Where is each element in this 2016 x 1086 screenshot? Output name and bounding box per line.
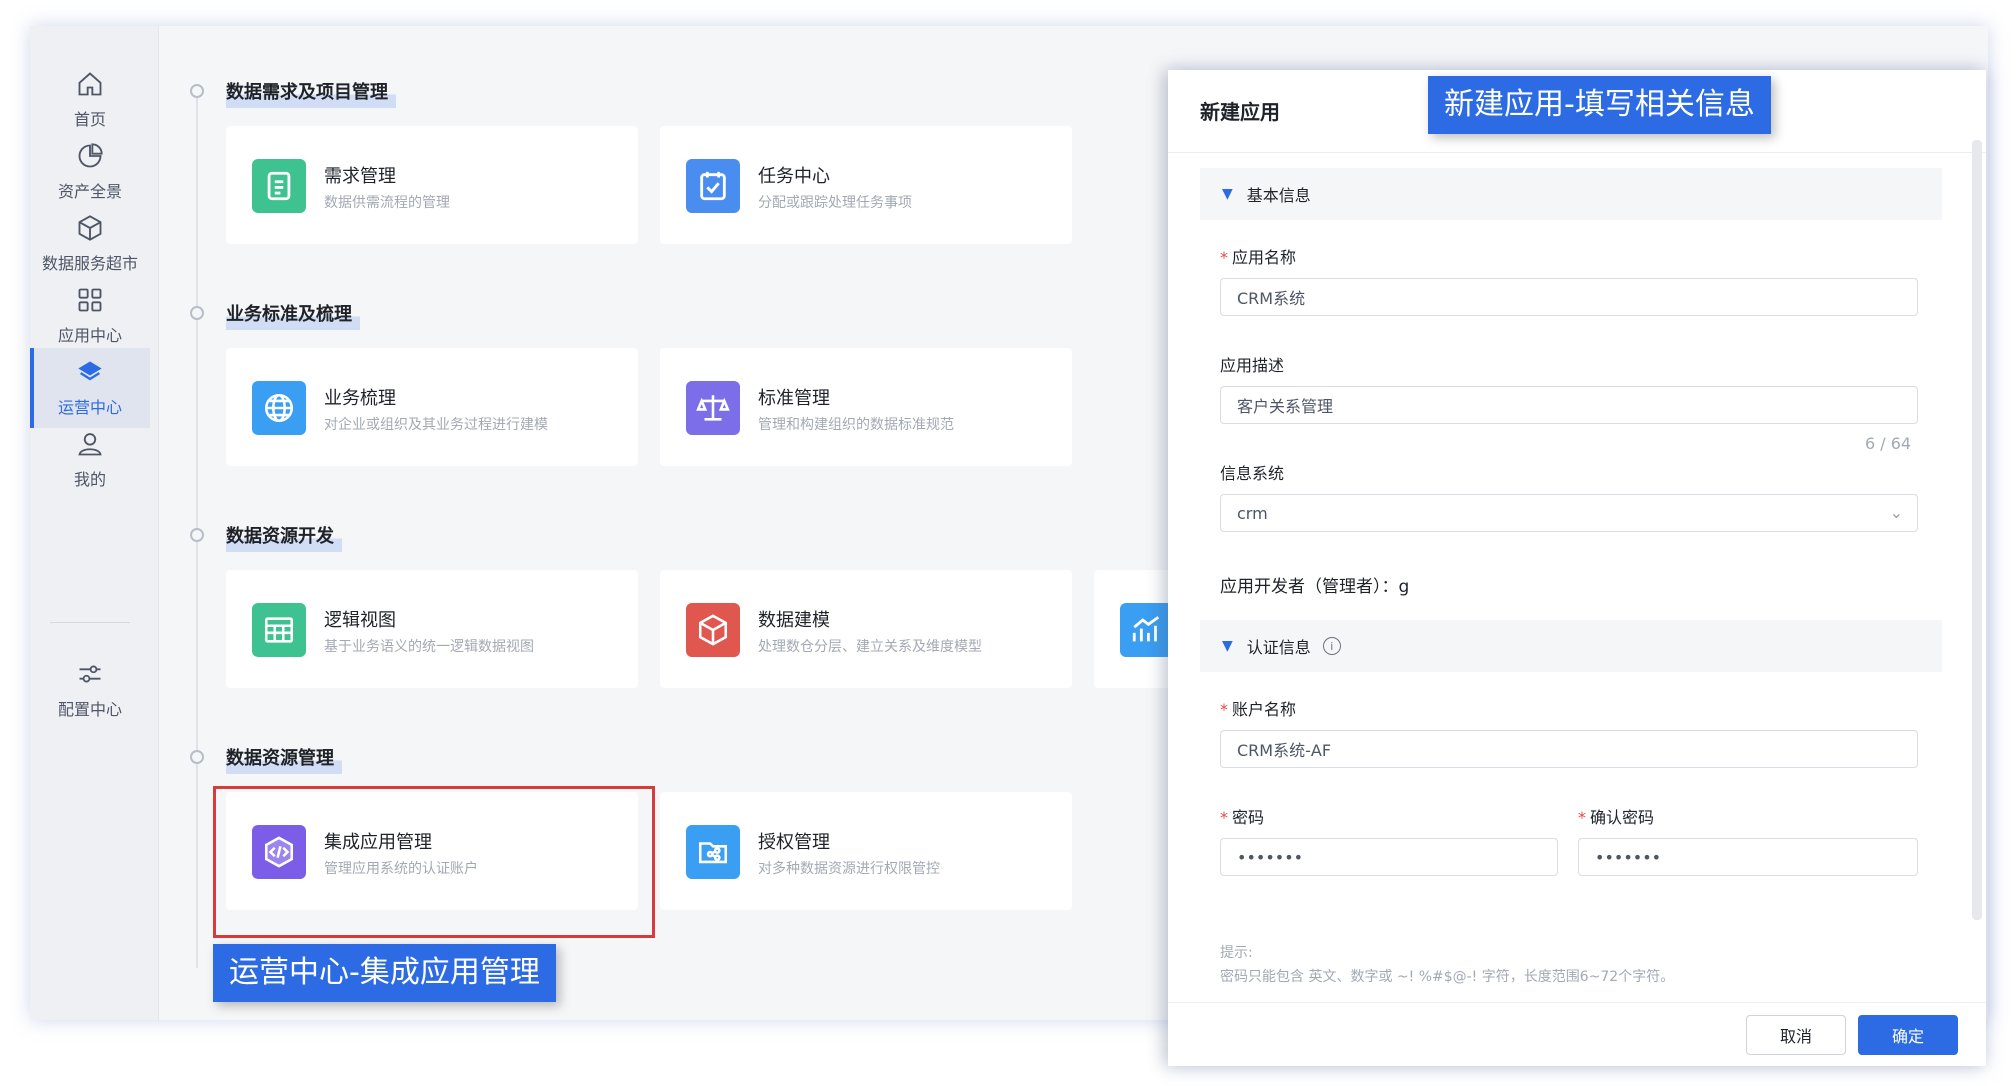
new-app-drawer: 新建应用 ▼ 基本信息 * 应用名称 CRM系统 应用描述 客户关系管理 6 / … [1168,70,1986,1066]
section-title: 数据需求及项目管理 [226,74,396,108]
user-icon [78,433,102,456]
sidebar-item-label: 首页 [73,110,106,129]
timeline-dot [190,306,204,320]
sidebar-item-label: 运营中心 [57,398,122,417]
group-basic-info[interactable]: ▼ 基本信息 [1200,168,1942,220]
cancel-button[interactable]: 取消 [1746,1015,1846,1055]
tip-text: 密码只能包含 英文、数字或 ~! %#$@-! 字符，长度范围6~72个字符。 [1220,969,1675,985]
card-description: 对多种数据资源进行权限管控 [758,861,940,877]
tip-title: 提示: [1220,945,1253,961]
sidebar-item-label: 配置中心 [57,700,122,719]
sidebar-item-label: 资产全景 [57,182,122,201]
card-title: 需求管理 [324,166,396,187]
card-logical-view[interactable]: 逻辑视图 基于业务语义的统一逻辑数据视图 [226,570,638,688]
app-name-input[interactable]: CRM系统 [1220,278,1918,316]
group-label: 基本信息 [1246,186,1311,205]
caret-down-icon: ▼ [1222,186,1233,202]
document-list-icon [252,159,306,213]
table-view-icon [252,603,306,657]
annotation-banner-left: 运营中心-集成应用管理 [213,944,556,1002]
card-description: 对企业或组织及其业务过程进行建模 [324,417,548,433]
confirm-password-input[interactable]: ••••••• [1578,838,1918,876]
info-system-value: crm [1237,503,1268,523]
grid-icon [78,288,102,312]
group-label: 认证信息 [1246,638,1311,657]
task-check-icon [686,159,740,213]
info-icon[interactable]: i [1322,637,1341,655]
chevron-down-icon: ⌄ [1889,503,1903,522]
char-counter: 6 / 64 [1865,434,1912,453]
timeline-dot [190,750,204,764]
cube-icon [78,215,102,241]
sidebar-item-data-market[interactable]: 数据服务超市 [30,204,150,284]
timeline-dot [190,84,204,98]
card-business-analysis[interactable]: 业务梳理 对企业或组织及其业务过程进行建模 [226,348,638,466]
password-label: * 密码 [1220,808,1265,827]
sidebar: 首页 资产全景 数据服务超市 应用中心 运营中心 我的 配置中心 [30,26,159,1020]
password-input[interactable]: ••••••• [1220,838,1558,876]
globe-icon [252,381,306,435]
highlight-box [213,786,655,938]
card-description: 处理数仓分层、建立关系及维度模型 [758,639,982,655]
card-description: 数据供需流程的管理 [324,195,450,211]
home-icon [78,72,102,96]
card-title: 逻辑视图 [324,610,396,631]
drawer-footer: 取消 确定 [1168,1002,1986,1066]
card-title: 数据建模 [758,610,830,631]
app-name-label: * 应用名称 [1220,248,1297,267]
card-title: 标准管理 [758,388,830,409]
info-system-select[interactable]: crm ⌄ [1220,494,1918,532]
sliders-icon [79,665,101,683]
card-description: 基于业务语义的统一逻辑数据视图 [324,639,534,655]
share-folder-icon [686,825,740,879]
developer-text: 应用开发者（管理者）：g [1220,577,1410,597]
sidebar-item-operations[interactable]: 运营中心 [30,348,150,428]
info-system-label: 信息系统 [1220,464,1285,483]
drawer-scrollbar[interactable] [1972,140,1982,920]
sidebar-item-home[interactable]: 首页 [30,60,150,140]
card-title: 任务中心 [758,166,830,187]
balance-scale-icon [686,381,740,435]
section-title: 业务标准及梳理 [226,296,360,330]
sidebar-item-app-center[interactable]: 应用中心 [30,276,150,356]
sidebar-item-label: 我的 [73,470,106,489]
card-title: 授权管理 [758,832,830,853]
sidebar-item-assets[interactable]: 资产全景 [30,132,150,212]
sidebar-item-mine[interactable]: 我的 [30,420,150,500]
group-auth-info[interactable]: ▼ 认证信息 i [1200,620,1942,672]
card-title: 业务梳理 [324,388,396,409]
model-cube-icon [686,603,740,657]
sidebar-item-config[interactable]: 配置中心 [30,650,150,730]
confirm-password-label: * 确认密码 [1578,808,1655,827]
sidebar-divider [50,622,130,623]
account-input[interactable]: CRM系统-AF [1220,730,1918,768]
section-title: 数据资源管理 [226,740,342,774]
app-desc-label: 应用描述 [1220,356,1285,375]
pie-chart-icon [78,143,103,168]
card-requirement-management[interactable]: 需求管理 数据供需流程的管理 [226,126,638,244]
section-title: 数据资源开发 [226,518,342,552]
confirm-button[interactable]: 确定 [1858,1015,1958,1055]
card-description: 管理和构建组织的数据标准规范 [758,417,954,433]
app-desc-input[interactable]: 客户关系管理 [1220,386,1918,424]
card-description: 分配或跟踪处理任务事项 [758,195,912,211]
drawer-title: 新建应用 [1200,100,1280,124]
card-data-modeling[interactable]: 数据建模 处理数仓分层、建立关系及维度模型 [660,570,1072,688]
card-authorization-management[interactable]: 授权管理 对多种数据资源进行权限管控 [660,792,1072,910]
annotation-banner-right: 新建应用-填写相关信息 [1428,76,1771,134]
layers-icon [78,361,102,381]
trend-chart-icon [1120,603,1174,657]
card-task-center[interactable]: 任务中心 分配或跟踪处理任务事项 [660,126,1072,244]
account-label: * 账户名称 [1220,700,1297,719]
sidebar-item-label: 应用中心 [57,326,122,345]
caret-down-icon: ▼ [1222,638,1233,654]
card-standard-management[interactable]: 标准管理 管理和构建组织的数据标准规范 [660,348,1072,466]
sidebar-item-label: 数据服务超市 [41,254,138,273]
timeline-dot [190,528,204,542]
